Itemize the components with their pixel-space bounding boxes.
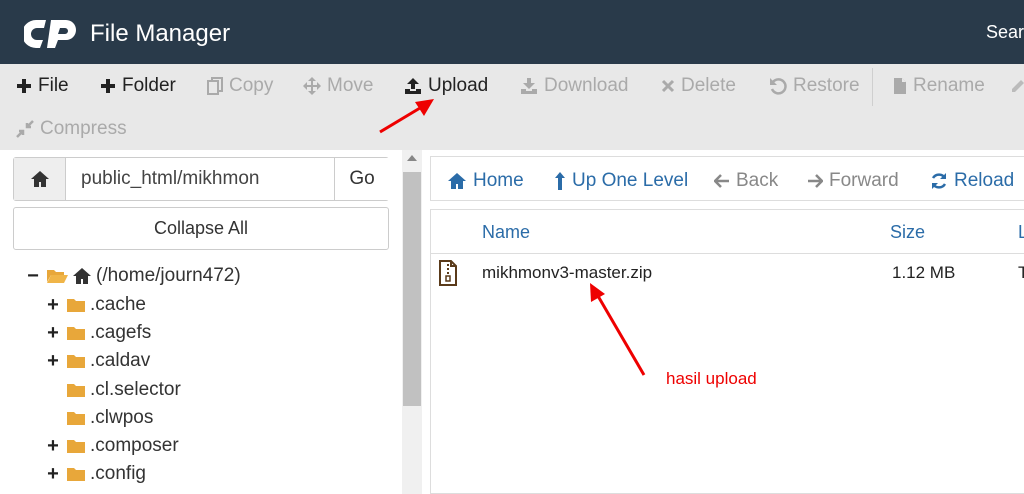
restore-button[interactable]: Restore bbox=[769, 73, 860, 99]
move-label: Move bbox=[327, 75, 374, 96]
new-folder-label: Folder bbox=[122, 75, 176, 96]
go-button[interactable]: Go bbox=[334, 158, 389, 200]
file-modified-cell: T bbox=[1018, 263, 1024, 282]
home-icon bbox=[73, 268, 91, 284]
nav-home-button[interactable]: Home bbox=[447, 170, 524, 192]
tree-item-cache[interactable]: + .cache bbox=[46, 292, 146, 318]
nav-up-button[interactable]: Up One Level bbox=[554, 170, 688, 192]
copy-label: Copy bbox=[229, 75, 274, 96]
nav-forward-button[interactable]: Forward bbox=[807, 170, 899, 192]
scroll-up-arrow-icon[interactable] bbox=[407, 155, 417, 161]
nav-back-label: Back bbox=[736, 170, 779, 191]
level-up-icon bbox=[555, 172, 565, 190]
compress-button[interactable]: Compress bbox=[16, 116, 127, 142]
compress-icon bbox=[16, 120, 34, 138]
plus-icon bbox=[17, 79, 31, 93]
expand-toggle[interactable]: + bbox=[46, 295, 60, 315]
undo-icon bbox=[770, 78, 787, 95]
tree-item-cl-selector[interactable]: .cl.selector bbox=[46, 377, 181, 403]
arrow-right-icon bbox=[808, 174, 823, 188]
tree-item-label: .composer bbox=[90, 435, 179, 456]
folder-icon bbox=[67, 468, 85, 481]
folder-icon bbox=[67, 355, 85, 368]
expand-toggle[interactable]: + bbox=[46, 436, 60, 456]
nav-back-button[interactable]: Back bbox=[714, 170, 778, 192]
expand-toggle[interactable]: + bbox=[46, 323, 60, 343]
tree-item-label: .cl.selector bbox=[90, 379, 181, 400]
copy-icon bbox=[207, 77, 223, 95]
home-icon bbox=[30, 171, 49, 187]
move-button[interactable]: Move bbox=[303, 73, 373, 99]
rename-button[interactable]: Rename bbox=[893, 73, 985, 99]
restore-label: Restore bbox=[793, 75, 860, 96]
nav-forward-label: Forward bbox=[829, 170, 899, 191]
expand-toggle[interactable]: + bbox=[46, 464, 60, 484]
upload-icon bbox=[405, 78, 421, 94]
path-input[interactable] bbox=[66, 158, 334, 200]
tree-item-composer[interactable]: + .composer bbox=[46, 433, 179, 459]
column-header-size[interactable]: Size bbox=[890, 222, 925, 243]
file-size-cell: 1.12 MB bbox=[892, 263, 956, 282]
home-icon bbox=[448, 173, 466, 189]
new-file-label: File bbox=[38, 75, 69, 96]
folder-icon bbox=[67, 327, 85, 340]
close-icon bbox=[661, 79, 675, 93]
new-file-button[interactable]: File bbox=[16, 73, 69, 99]
new-folder-button[interactable]: Folder bbox=[100, 73, 176, 99]
tree-item-config[interactable]: + .config bbox=[46, 461, 146, 487]
plus-icon bbox=[101, 79, 115, 93]
folder-icon bbox=[67, 299, 85, 312]
reload-icon bbox=[931, 173, 947, 189]
download-button[interactable]: Download bbox=[520, 73, 629, 99]
download-label: Download bbox=[544, 75, 629, 96]
path-bar: Go bbox=[13, 157, 389, 201]
tree-item-label: .cagefs bbox=[90, 322, 152, 343]
download-icon bbox=[521, 78, 537, 94]
column-header-last-modified[interactable]: L bbox=[1018, 222, 1024, 243]
compress-label: Compress bbox=[40, 118, 127, 139]
tree-item-home[interactable]: − (/home/journ472) bbox=[26, 263, 241, 289]
collapse-toggle[interactable]: − bbox=[26, 266, 40, 286]
tree-item-cagefs[interactable]: + .cagefs bbox=[46, 320, 151, 346]
file-list-table bbox=[430, 209, 1024, 494]
folder-icon bbox=[67, 440, 85, 453]
edit-icon[interactable] bbox=[1012, 79, 1024, 100]
delete-button[interactable]: Delete bbox=[661, 73, 736, 99]
delete-label: Delete bbox=[681, 75, 736, 96]
tree-item-caldav[interactable]: + .caldav bbox=[46, 348, 150, 374]
zip-file-icon bbox=[438, 260, 458, 291]
path-home-button[interactable] bbox=[14, 158, 66, 200]
tree-item-label: (/home/journ472) bbox=[96, 265, 241, 286]
folder-icon bbox=[67, 412, 85, 425]
file-icon bbox=[894, 78, 906, 94]
file-name-cell[interactable]: mikhmonv3-master.zip bbox=[482, 263, 652, 283]
folder-open-icon bbox=[47, 270, 68, 283]
app-title: File Manager bbox=[90, 20, 231, 47]
cpanel-logo-icon[interactable] bbox=[24, 14, 84, 54]
tree-item-label: .caldav bbox=[90, 350, 151, 371]
folder-icon bbox=[67, 384, 85, 397]
collapse-all-button[interactable]: Collapse All bbox=[13, 207, 389, 250]
column-header-name[interactable]: Name bbox=[482, 222, 530, 243]
arrow-left-icon bbox=[714, 174, 729, 188]
nav-reload-button[interactable]: Reload bbox=[930, 170, 1014, 192]
nav-home-label: Home bbox=[473, 170, 524, 191]
nav-reload-label: Reload bbox=[954, 170, 1015, 191]
tree-item-clwpos[interactable]: .clwpos bbox=[46, 405, 153, 431]
tree-item-label: .cache bbox=[90, 294, 146, 315]
upload-label: Upload bbox=[428, 75, 489, 96]
copy-button[interactable]: Copy bbox=[207, 73, 273, 99]
expand-toggle[interactable]: + bbox=[46, 351, 60, 371]
toolbar-divider bbox=[872, 68, 873, 106]
tree-item-label: .config bbox=[90, 463, 146, 484]
rename-label: Rename bbox=[913, 75, 985, 96]
search-label[interactable]: Sear bbox=[986, 22, 1024, 43]
nav-up-label: Up One Level bbox=[572, 170, 689, 191]
upload-button[interactable]: Upload bbox=[404, 73, 488, 99]
annotation-label: hasil upload bbox=[666, 369, 757, 388]
top-header: File Manager Sear bbox=[0, 0, 1024, 64]
move-icon bbox=[303, 77, 321, 95]
scrollbar-thumb[interactable] bbox=[403, 172, 421, 406]
tree-item-label: .clwpos bbox=[90, 407, 154, 428]
